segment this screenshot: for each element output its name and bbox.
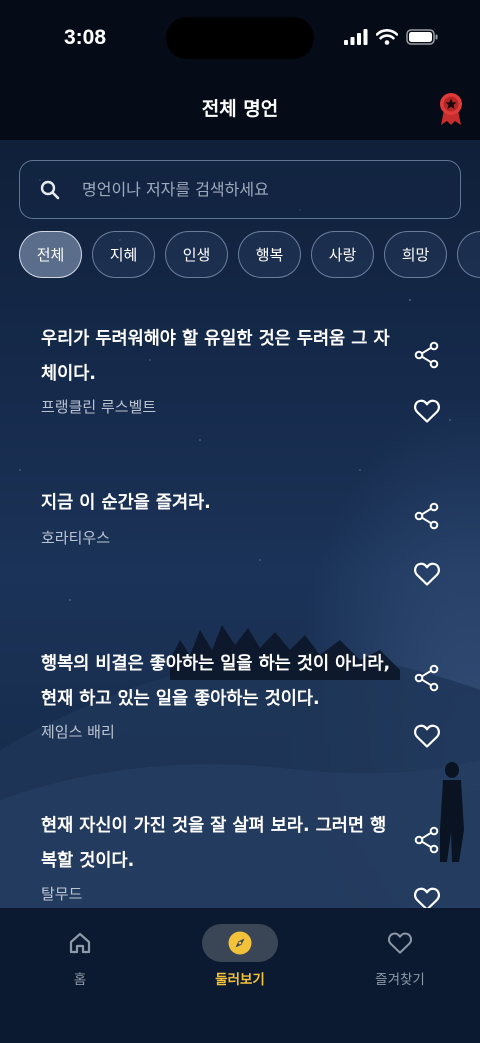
category-chip-all[interactable]: 전체 (19, 231, 82, 278)
category-chip-wisdom[interactable]: 지혜 (92, 231, 155, 278)
nav-label-favorites: 즐겨찾기 (375, 972, 425, 988)
nav-icon-container (362, 924, 438, 962)
quote-card: 행복의 비결은 좋아하는 일을 하는 것이 아니라, 현재 하고 있는 일을 좋… (0, 647, 480, 757)
quote-card: 현재 자신이 가진 것을 잘 살펴 보라. 그러면 행복할 것이다. 탈무드 (0, 809, 480, 908)
favorite-heart-icon[interactable] (413, 723, 441, 749)
status-time: 3:08 (64, 26, 107, 49)
nav-icon-container (202, 924, 278, 962)
app-header: 전체 명언 (0, 80, 480, 140)
quote-author: 제임스 배리 (41, 723, 115, 741)
favorite-heart-icon[interactable] (413, 886, 441, 908)
nav-label-home: 홈 (73, 972, 87, 988)
share-icon[interactable] (413, 502, 441, 530)
category-chip-love[interactable]: 사랑 (311, 231, 374, 278)
share-icon[interactable] (413, 826, 441, 854)
compass-icon (228, 931, 252, 955)
bottom-navigation: 홈 둘러보기 즐겨찾기 (0, 908, 480, 1043)
quote-author: 프랭클린 루스벨트 (41, 398, 157, 416)
search-bar[interactable] (19, 160, 461, 219)
quote-author: 탈무드 (41, 885, 83, 903)
heart-icon (388, 932, 412, 954)
status-icons (344, 29, 438, 45)
search-icon (40, 180, 60, 200)
category-chips: 전체 지혜 인생 행복 사랑 희망 유 (19, 231, 480, 279)
quote-text: 우리가 두려워해야 할 유일한 것은 두려움 그 자체이다. (41, 329, 390, 384)
wifi-icon (376, 29, 398, 45)
quote-card: 우리가 두려워해야 할 유일한 것은 두려움 그 자체이다. 프랭클린 루스벨트 (0, 322, 480, 452)
search-input[interactable] (82, 161, 442, 217)
category-chip-life[interactable]: 인생 (165, 231, 228, 278)
nav-label-explore: 둘러보기 (215, 972, 265, 988)
nav-item-home[interactable]: 홈 (0, 908, 160, 1008)
quote-card: 지금 이 순간을 즐겨라. 호라티우스 (0, 486, 480, 596)
award-ribbon-icon[interactable] (437, 92, 465, 126)
share-icon[interactable] (413, 341, 441, 369)
status-bar: 3:08 (0, 0, 480, 80)
quote-text: 지금 이 순간을 즐겨라. (41, 493, 211, 513)
home-icon (69, 932, 91, 954)
favorite-heart-icon[interactable] (413, 398, 441, 424)
nav-item-favorites[interactable]: 즐겨찾기 (320, 908, 480, 1008)
category-chip-happiness[interactable]: 행복 (238, 231, 301, 278)
cellular-signal-icon (344, 29, 368, 45)
dynamic-island (166, 17, 314, 59)
favorite-heart-icon[interactable] (413, 561, 441, 587)
nav-item-explore[interactable]: 둘러보기 (160, 908, 320, 1008)
share-icon[interactable] (413, 664, 441, 692)
battery-icon (406, 29, 438, 45)
quote-author: 호라티우스 (41, 529, 111, 547)
category-chip-next[interactable]: 유 (457, 231, 480, 278)
nav-icon-container (42, 924, 118, 962)
quote-text: 현재 자신이 가진 것을 잘 살펴 보라. 그러면 행복할 것이다. (41, 816, 387, 871)
category-chip-hope[interactable]: 희망 (384, 231, 447, 278)
app-screen: 3:08 전체 명언 명언이나 저자를 검색하세요 전체 지혜 인생 행복 사랑… (0, 0, 480, 1043)
page-title: 전체 명언 (201, 98, 279, 120)
quote-text: 행복의 비결은 좋아하는 일을 하는 것이 아니라, 현재 하고 있는 일을 좋… (41, 654, 391, 709)
